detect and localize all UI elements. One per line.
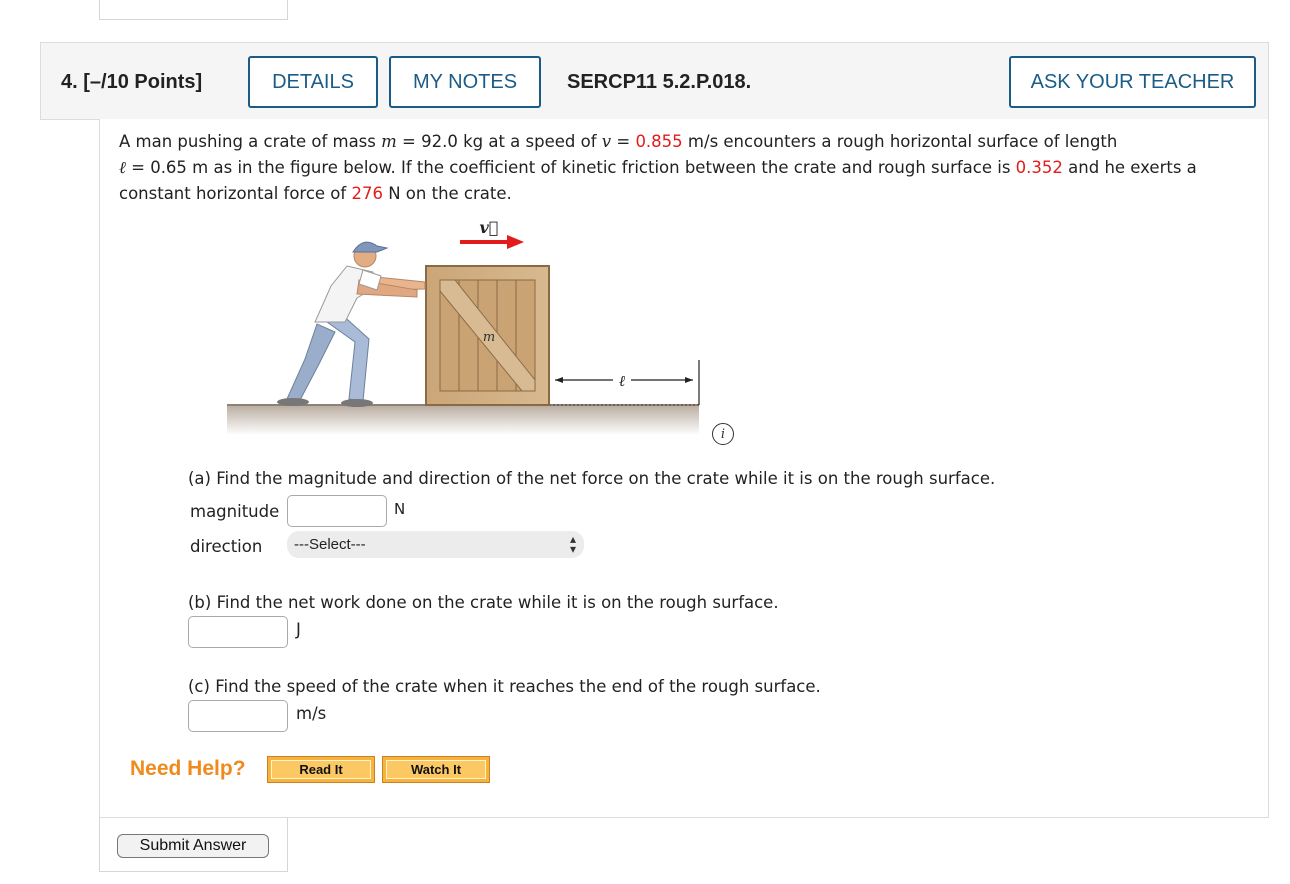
problem-text: = 92.0 kg at a speed of: [396, 132, 602, 151]
question-code: SERCP11 5.2.P.018.: [567, 71, 752, 93]
mass-symbol: m: [381, 132, 397, 151]
watch-it-button[interactable]: Watch It: [382, 756, 490, 783]
problem-text: N on the crate.: [382, 184, 512, 203]
problem-text: A man pushing a crate of mass: [119, 132, 382, 151]
select-arrows-icon: ▴ ▾: [569, 532, 576, 556]
man-pushing: [277, 241, 426, 407]
previous-submit-container: [99, 0, 288, 20]
question-header: 4. [–/10 Points] DETAILS MY NOTES SERCP1…: [40, 42, 1269, 120]
question-number-points: 4. [–/10 Points]: [61, 71, 202, 94]
details-button[interactable]: DETAILS: [248, 56, 378, 108]
length-dimension: [555, 360, 700, 405]
question-number: 4.: [61, 71, 78, 93]
my-notes-button[interactable]: MY NOTES: [389, 56, 541, 108]
speed-value: 0.855: [635, 132, 683, 151]
length-symbol: ℓ: [119, 158, 126, 177]
read-it-button[interactable]: Read It: [267, 756, 375, 783]
force-value: 276: [351, 184, 383, 203]
submit-container: Submit Answer: [99, 818, 288, 872]
read-it-label: Read It: [271, 760, 371, 779]
length-label: ℓ: [619, 372, 625, 390]
part-c-question: (c) Find the speed of the crate when it …: [188, 677, 821, 696]
final-speed-input[interactable]: [188, 700, 288, 732]
problem-text: m/s encounters a rough horizontal surfac…: [682, 132, 1118, 151]
magnitude-unit: N: [394, 500, 406, 518]
net-work-input[interactable]: [188, 616, 288, 648]
mass-label: m: [483, 330, 495, 345]
direction-select[interactable]: ---Select--- ▴ ▾: [287, 531, 584, 558]
direction-label: direction: [190, 537, 263, 556]
velocity-label: v⃗: [480, 218, 499, 237]
final-speed-unit: m/s: [296, 704, 327, 723]
crate-pushing-figure: v⃗ m ℓ: [227, 218, 700, 435]
floor-surface: [227, 405, 699, 435]
net-work-unit: J: [296, 620, 301, 639]
problem-text: = 0.65 m as in the figure below. If the …: [125, 158, 1016, 177]
friction-coefficient-value: 0.352: [1015, 158, 1063, 177]
watch-it-label: Watch It: [386, 760, 486, 779]
magnitude-label: magnitude: [190, 502, 280, 521]
velocity-symbol: v: [601, 132, 612, 151]
problem-statement: A man pushing a crate of mass m = 92.0 k…: [119, 129, 1259, 207]
direction-selected-value: ---Select---: [294, 536, 366, 553]
question-points: [–/10 Points]: [83, 71, 203, 93]
problem-text: =: [611, 132, 636, 151]
part-b-question: (b) Find the net work done on the crate …: [188, 593, 779, 612]
velocity-arrow: [460, 235, 524, 249]
question-body: A man pushing a crate of mass m = 92.0 k…: [99, 119, 1269, 818]
ask-your-teacher-button[interactable]: ASK YOUR TEACHER: [1009, 56, 1256, 108]
submit-answer-button[interactable]: Submit Answer: [117, 834, 269, 858]
need-help-label: Need Help?: [130, 757, 246, 780]
figure-info-icon[interactable]: i: [712, 423, 734, 445]
magnitude-input[interactable]: [287, 495, 387, 527]
part-a-question: (a) Find the magnitude and direction of …: [188, 469, 996, 488]
